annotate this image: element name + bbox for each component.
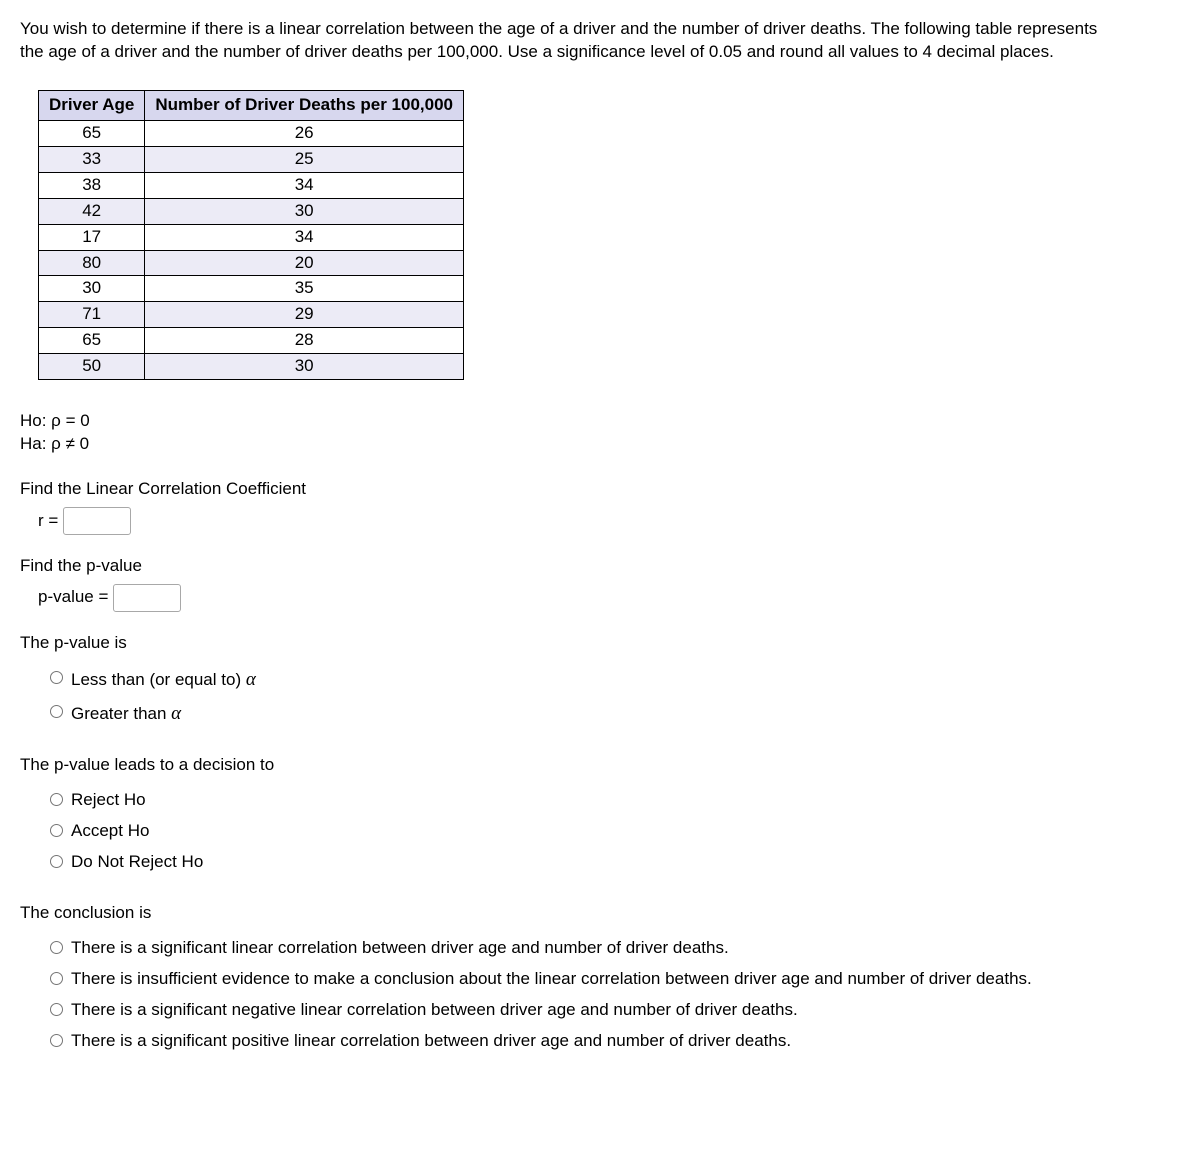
table-row: 4230 bbox=[39, 198, 464, 224]
compare-option: Less than (or equal to) α bbox=[45, 667, 1180, 693]
decision-radio[interactable] bbox=[50, 793, 63, 806]
table-cell: 65 bbox=[39, 328, 145, 354]
table-header-deaths: Number of Driver Deaths per 100,000 bbox=[145, 90, 464, 120]
conclusion-option: There is a significant linear correlatio… bbox=[45, 937, 1180, 960]
compare-label: Less than (or equal to) α bbox=[71, 667, 256, 693]
table-cell: 35 bbox=[145, 276, 464, 302]
compare-radio[interactable] bbox=[50, 705, 63, 718]
table-row: 6528 bbox=[39, 328, 464, 354]
decision-option: Do Not Reject Ho bbox=[45, 851, 1180, 874]
table-cell: 20 bbox=[145, 250, 464, 276]
table-row: 5030 bbox=[39, 354, 464, 380]
decision-radio[interactable] bbox=[50, 824, 63, 837]
alt-hypothesis: Ha: ρ ≠ 0 bbox=[20, 433, 1180, 456]
decision-prompt: The p-value leads to a decision to bbox=[20, 754, 1180, 777]
table-cell: 29 bbox=[145, 302, 464, 328]
conclusion-prompt: The conclusion is bbox=[20, 902, 1180, 925]
question-conclusion: The conclusion is There is a significant… bbox=[20, 902, 1180, 1053]
data-table: Driver Age Number of Driver Deaths per 1… bbox=[38, 90, 464, 380]
table-cell: 25 bbox=[145, 146, 464, 172]
conclusion-radio[interactable] bbox=[50, 1034, 63, 1047]
table-row: 3035 bbox=[39, 276, 464, 302]
table-row: 3325 bbox=[39, 146, 464, 172]
question-decision: The p-value leads to a decision to Rejec… bbox=[20, 754, 1180, 874]
table-cell: 26 bbox=[145, 120, 464, 146]
conclusion-option: There is a significant negative linear c… bbox=[45, 999, 1180, 1022]
conclusion-label: There is a significant positive linear c… bbox=[71, 1030, 791, 1053]
question-compare: The p-value is Less than (or equal to) α… bbox=[20, 632, 1180, 726]
table-cell: 30 bbox=[145, 198, 464, 224]
conclusion-option: There is insufficient evidence to make a… bbox=[45, 968, 1180, 991]
table-cell: 28 bbox=[145, 328, 464, 354]
table-cell: 38 bbox=[39, 172, 145, 198]
decision-label: Do Not Reject Ho bbox=[71, 851, 203, 874]
compare-prompt: The p-value is bbox=[20, 632, 1180, 655]
table-row: 1734 bbox=[39, 224, 464, 250]
compare-label: Greater than α bbox=[71, 701, 181, 727]
r-prompt: Find the Linear Correlation Coefficient bbox=[20, 478, 1180, 501]
decision-option: Accept Ho bbox=[45, 820, 1180, 843]
decision-option: Reject Ho bbox=[45, 789, 1180, 812]
table-row: 8020 bbox=[39, 250, 464, 276]
table-row: 7129 bbox=[39, 302, 464, 328]
table-cell: 33 bbox=[39, 146, 145, 172]
conclusion-radio[interactable] bbox=[50, 1003, 63, 1016]
table-row: 3834 bbox=[39, 172, 464, 198]
r-input[interactable] bbox=[63, 507, 131, 535]
conclusion-option: There is a significant positive linear c… bbox=[45, 1030, 1180, 1053]
conclusion-radio[interactable] bbox=[50, 972, 63, 985]
table-row: 6526 bbox=[39, 120, 464, 146]
decision-label: Reject Ho bbox=[71, 789, 146, 812]
table-cell: 17 bbox=[39, 224, 145, 250]
table-header-age: Driver Age bbox=[39, 90, 145, 120]
conclusion-label: There is a significant linear correlatio… bbox=[71, 937, 729, 960]
conclusion-label: There is insufficient evidence to make a… bbox=[71, 968, 1032, 991]
question-intro: You wish to determine if there is a line… bbox=[20, 18, 1120, 64]
table-cell: 65 bbox=[39, 120, 145, 146]
table-cell: 71 bbox=[39, 302, 145, 328]
table-cell: 50 bbox=[39, 354, 145, 380]
table-cell: 34 bbox=[145, 224, 464, 250]
table-cell: 30 bbox=[145, 354, 464, 380]
question-r: Find the Linear Correlation Coefficient … bbox=[20, 478, 1180, 535]
question-pvalue: Find the p-value p-value = bbox=[20, 555, 1180, 612]
compare-radio[interactable] bbox=[50, 671, 63, 684]
decision-label: Accept Ho bbox=[71, 820, 149, 843]
compare-option: Greater than α bbox=[45, 701, 1180, 727]
pvalue-label: p-value = bbox=[38, 586, 108, 609]
table-cell: 34 bbox=[145, 172, 464, 198]
table-cell: 30 bbox=[39, 276, 145, 302]
null-hypothesis: Ho: ρ = 0 bbox=[20, 410, 1180, 433]
pvalue-prompt: Find the p-value bbox=[20, 555, 1180, 578]
conclusion-label: There is a significant negative linear c… bbox=[71, 999, 798, 1022]
decision-radio[interactable] bbox=[50, 855, 63, 868]
table-cell: 80 bbox=[39, 250, 145, 276]
pvalue-input[interactable] bbox=[113, 584, 181, 612]
conclusion-radio[interactable] bbox=[50, 941, 63, 954]
hypotheses: Ho: ρ = 0 Ha: ρ ≠ 0 bbox=[20, 410, 1180, 456]
table-cell: 42 bbox=[39, 198, 145, 224]
r-label: r = bbox=[38, 510, 58, 533]
